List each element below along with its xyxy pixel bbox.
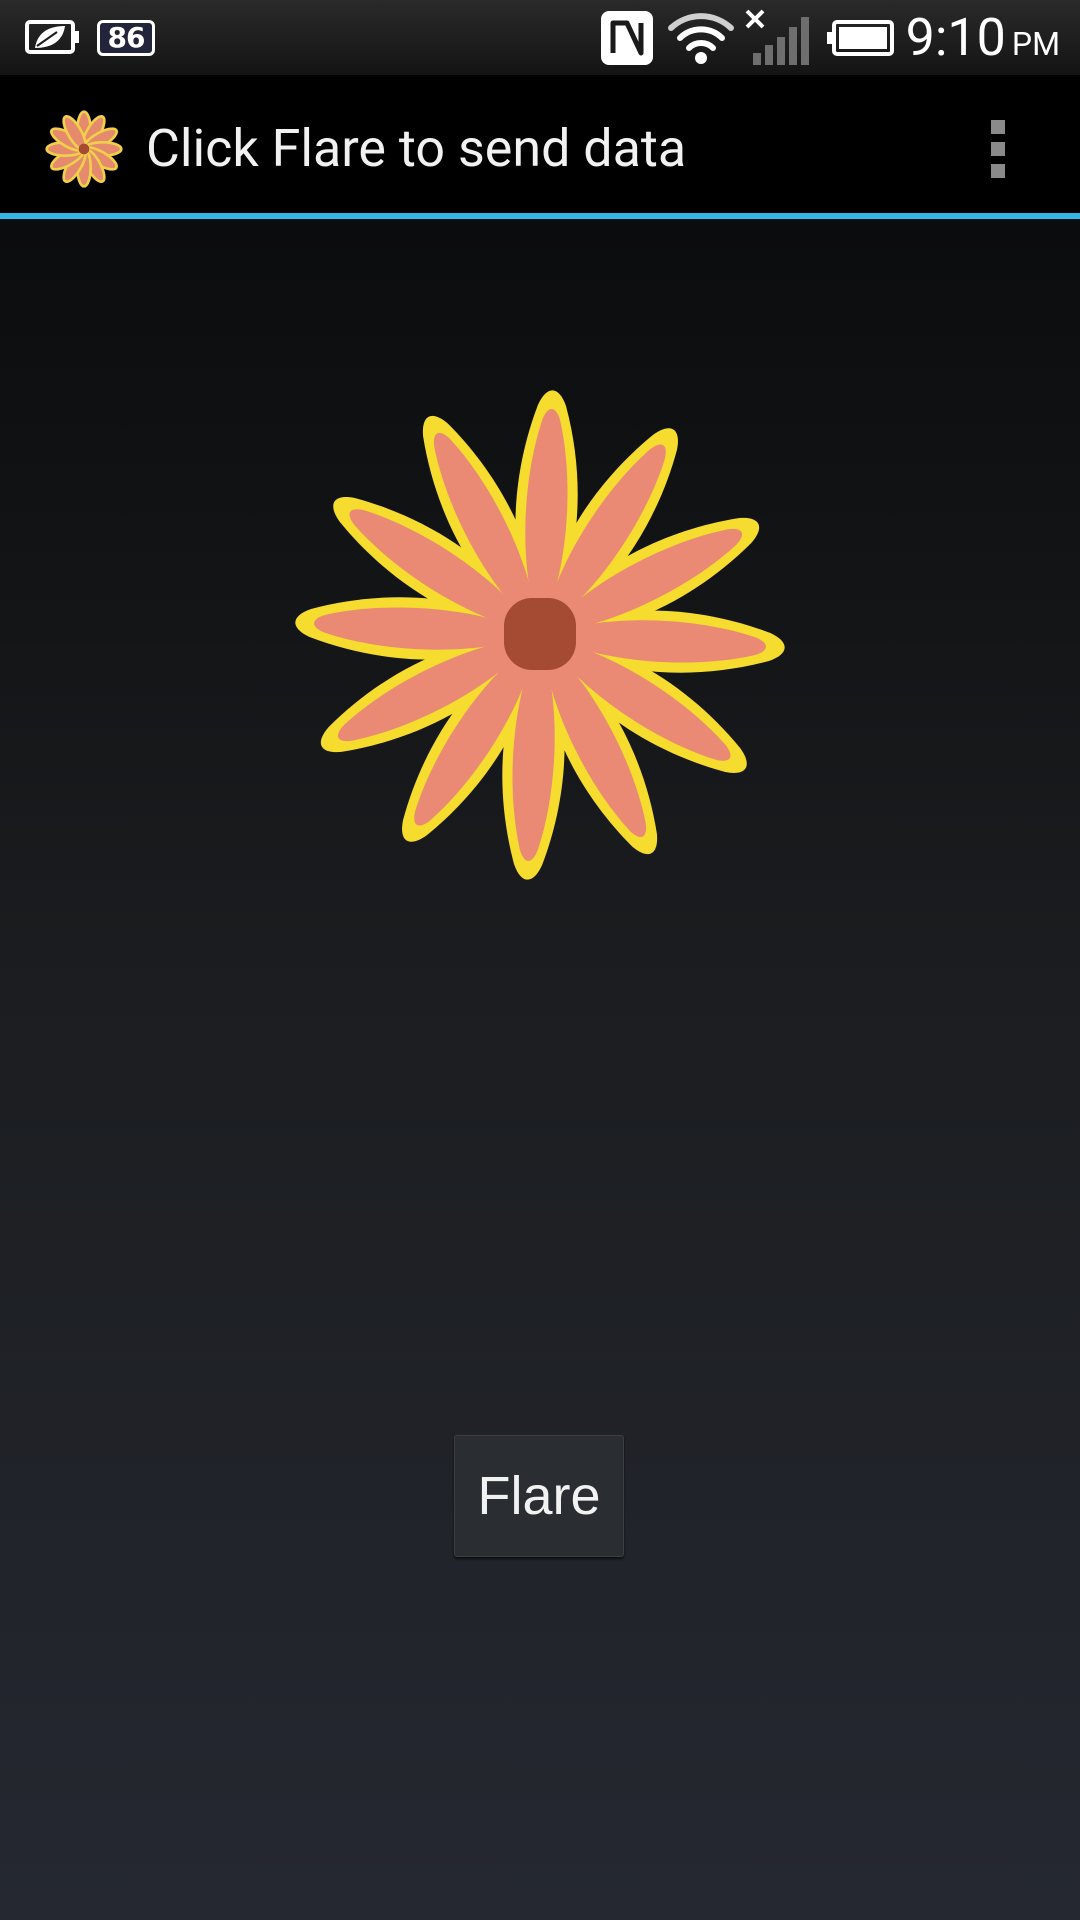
overflow-dot (991, 164, 1005, 178)
battery-level-icon: 86 (94, 0, 158, 75)
wifi-icon (666, 0, 736, 75)
battery-icon (826, 0, 896, 75)
status-clock: 9:10 PM (906, 0, 1060, 75)
signal-icon (742, 0, 812, 75)
status-bar: 86 9:10 PM (0, 0, 1080, 75)
flower-image (270, 365, 810, 905)
overflow-dot (991, 120, 1005, 134)
clock-ampm: PM (1011, 25, 1060, 63)
overflow-dot (991, 142, 1005, 156)
nfc-icon (598, 0, 656, 75)
screen: 86 9:10 PM Click Flare to send data Flar… (0, 0, 1080, 1920)
page-title: Click Flare to send data (146, 118, 687, 179)
battery-saver-icon (20, 0, 84, 75)
clock-time: 9:10 (905, 7, 1006, 68)
overflow-menu-icon[interactable] (970, 105, 1026, 193)
app-icon[interactable] (44, 109, 124, 189)
flare-button[interactable]: Flare (454, 1435, 624, 1557)
battery-level-text: 86 (97, 19, 155, 56)
